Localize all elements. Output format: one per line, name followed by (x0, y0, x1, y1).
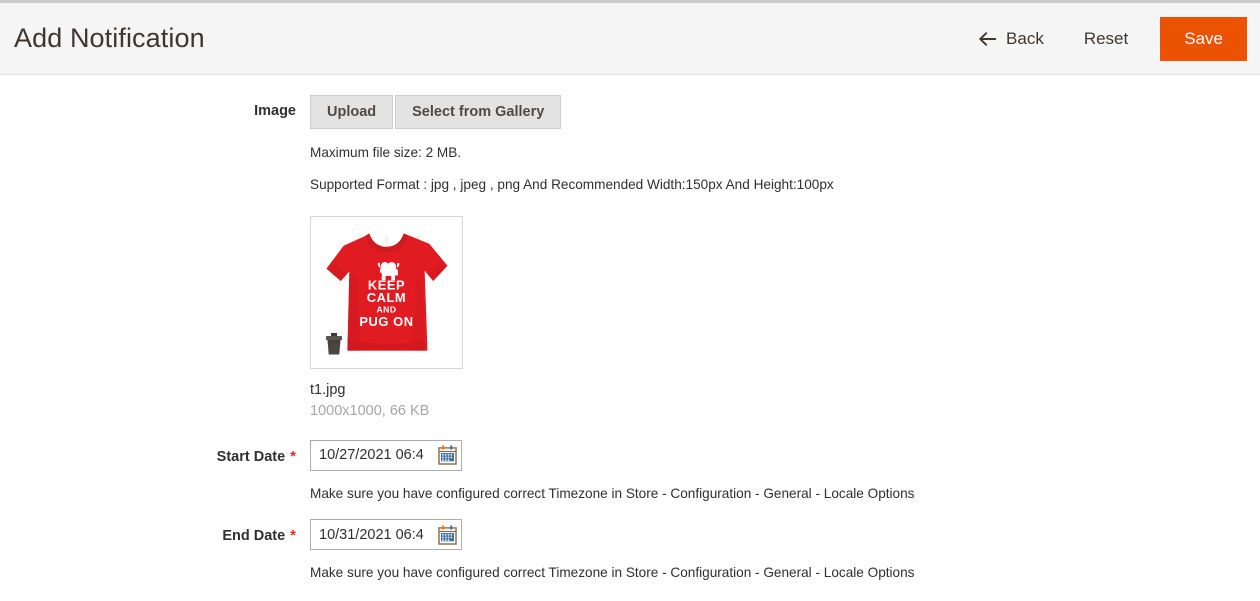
calendar-icon (438, 445, 457, 465)
upload-button[interactable]: Upload (310, 95, 394, 129)
start-date-calendar-button[interactable] (437, 445, 458, 466)
trash-icon (326, 333, 342, 355)
end-date-field-wrap (310, 519, 462, 551)
field-row-start-date: Start Date * 10/27/2021 06:4 Make sure y… (0, 439, 1260, 504)
image-file-meta: 1000x1000, 66 KB (310, 402, 430, 419)
max-file-size-note: Maximum file size: 2 MB. (310, 145, 462, 160)
end-date-calendar-button[interactable] (437, 524, 458, 545)
page-title: Add Notification (14, 23, 205, 53)
reset-button[interactable]: Reset (1062, 23, 1150, 55)
svg-text:PUG ON: PUG ON (359, 314, 413, 329)
end-date-hint: Make sure you have configured correct Ti… (310, 565, 915, 581)
page-header: Add Notification Back Reset Save (0, 3, 1260, 75)
start-date-required-marker: * (290, 447, 296, 465)
form-body: Image Upload Select from Gallery Maximum… (0, 75, 1260, 583)
start-date-control: Make sure you have configured correct Ti… (310, 439, 1260, 504)
image-upload-buttons: Upload Select from Gallery (310, 95, 1260, 129)
start-date-label: Start Date * (0, 440, 310, 465)
select-from-gallery-button[interactable]: Select from Gallery (395, 95, 562, 129)
back-button[interactable]: Back (968, 23, 1062, 55)
image-preview: KEEP CALM AND PUG ON (315, 221, 458, 365)
start-date-field-wrap (310, 439, 462, 471)
back-button-label: Back (1006, 29, 1044, 48)
image-preview-frame: KEEP CALM AND PUG ON (310, 216, 463, 370)
arrow-left-icon (978, 31, 997, 47)
start-date-label-text: Start Date (216, 448, 286, 465)
svg-text:CALM: CALM (367, 290, 406, 305)
start-date-hint: Make sure you have configured correct Ti… (310, 485, 915, 501)
end-date-label-text: End Date (222, 528, 286, 545)
field-row-image: Image Upload Select from Gallery Maximum… (0, 95, 1260, 422)
image-label: Image (254, 103, 296, 119)
image-file-name: t1.jpg (310, 382, 346, 399)
header-actions: Back Reset Save (968, 3, 1247, 75)
delete-image-button[interactable] (324, 332, 344, 356)
calendar-icon (438, 525, 457, 545)
save-button[interactable]: Save (1160, 17, 1247, 61)
end-date-control: Make sure you have configured correct Ti… (310, 519, 1260, 583)
end-date-required-marker: * (290, 527, 296, 545)
supported-format-note: Supported Format : jpg , jpeg , png And … (310, 176, 834, 192)
page-root: Add Notification Back Reset Save Image U… (0, 0, 1260, 601)
end-date-label: End Date * (0, 519, 310, 544)
image-control: Upload Select from Gallery Maximum file … (310, 95, 1260, 422)
field-row-end-date: End Date * 10/31/2021 06:4 Make sure you… (0, 519, 1260, 583)
